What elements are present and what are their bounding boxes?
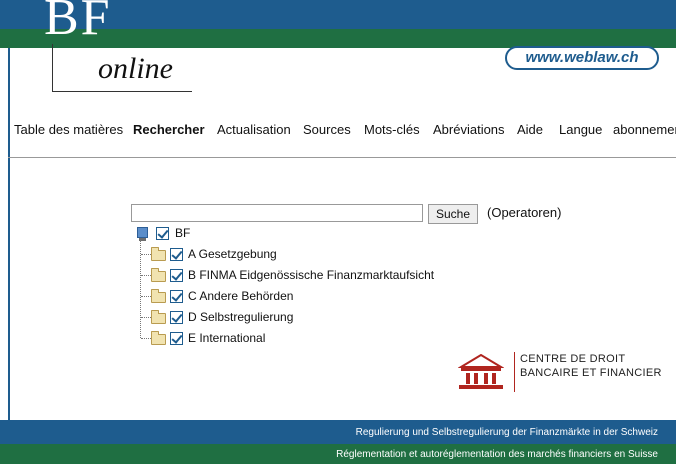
logo-online: online [98,52,173,85]
folder-icon[interactable] [151,310,166,324]
folder-icon[interactable] [151,268,166,282]
footer-tagline-de: Regulierung und Selbstregulierung der Fi… [355,427,658,438]
nav-item-abreviations[interactable]: Abréviations [433,122,505,137]
checkbox-checked-icon[interactable] [170,332,183,345]
footer-blue-band: Regulierung und Selbstregulierung der Fi… [0,420,676,444]
network-computer-icon [137,227,148,241]
checkbox-checked-icon[interactable] [156,227,169,240]
main-nav: Table des matières Rechercher Actualisat… [0,122,676,142]
tree-item-label[interactable]: A Gesetzgebung [188,245,277,263]
checkbox-checked-icon[interactable] [170,290,183,303]
bank-building-icon [458,354,504,389]
folder-icon[interactable] [151,247,166,261]
logo-divider-horizontal [52,91,192,92]
tree-item-label[interactable]: B FINMA Eidgenössische Finanzmarktaufsic… [188,266,434,284]
footer-green-band: Réglementation et autoréglementation des… [0,444,676,464]
tree-item: D Selbstregulierung [150,308,450,326]
search-button[interactable]: Suche [428,204,478,224]
tree-item-label[interactable]: E International [188,329,265,347]
tree-item-label[interactable]: C Andere Behörden [188,287,293,305]
nav-item-mots-cles[interactable]: Mots-clés [364,122,420,137]
nav-item-actualisation[interactable]: Actualisation [217,122,291,137]
folder-icon[interactable] [151,289,166,303]
nav-item-rechercher[interactable]: Rechercher [133,122,205,137]
left-border-rule [8,48,10,420]
tree-item: C Andere Behörden [150,287,450,305]
operators-link[interactable]: (Operatoren) [487,205,561,220]
tree-item: A Gesetzgebung [150,245,450,263]
cdbf-logo-text: CENTRE DE DROIT BANCAIRE ET FINANCIER [520,352,662,380]
weblaw-link[interactable]: www.weblaw.ch [505,46,659,70]
nav-item-aide[interactable]: Aide [517,122,543,137]
nav-item-table-des-matieres[interactable]: Table des matières [14,122,123,137]
checkbox-checked-icon[interactable] [170,248,183,261]
tree-root-label: BF [175,226,191,240]
nav-divider [8,157,676,158]
logo-divider-vertical [52,44,53,92]
nav-item-langue[interactable]: Langue [559,122,602,137]
footer-tagline-fr: Réglementation et autoréglementation des… [336,449,658,460]
folder-icon[interactable] [151,331,166,345]
checkbox-checked-icon[interactable] [170,311,183,324]
cdbf-line-1: CENTRE DE DROIT [520,353,626,365]
nav-item-sources[interactable]: Sources [303,122,351,137]
logo-bf: BF [44,0,112,46]
cdbf-divider [514,352,515,392]
tree-item: B FINMA Eidgenössische Finanzmarktaufsic… [150,266,470,284]
cdbf-line-2: BANCAIRE ET FINANCIER [520,367,662,379]
tree-item: E International [150,329,450,347]
nav-item-abonnement[interactable]: abonnement [613,122,676,137]
tree-item-label[interactable]: D Selbstregulierung [188,308,293,326]
checkbox-checked-icon[interactable] [170,269,183,282]
search-input[interactable] [131,204,423,222]
